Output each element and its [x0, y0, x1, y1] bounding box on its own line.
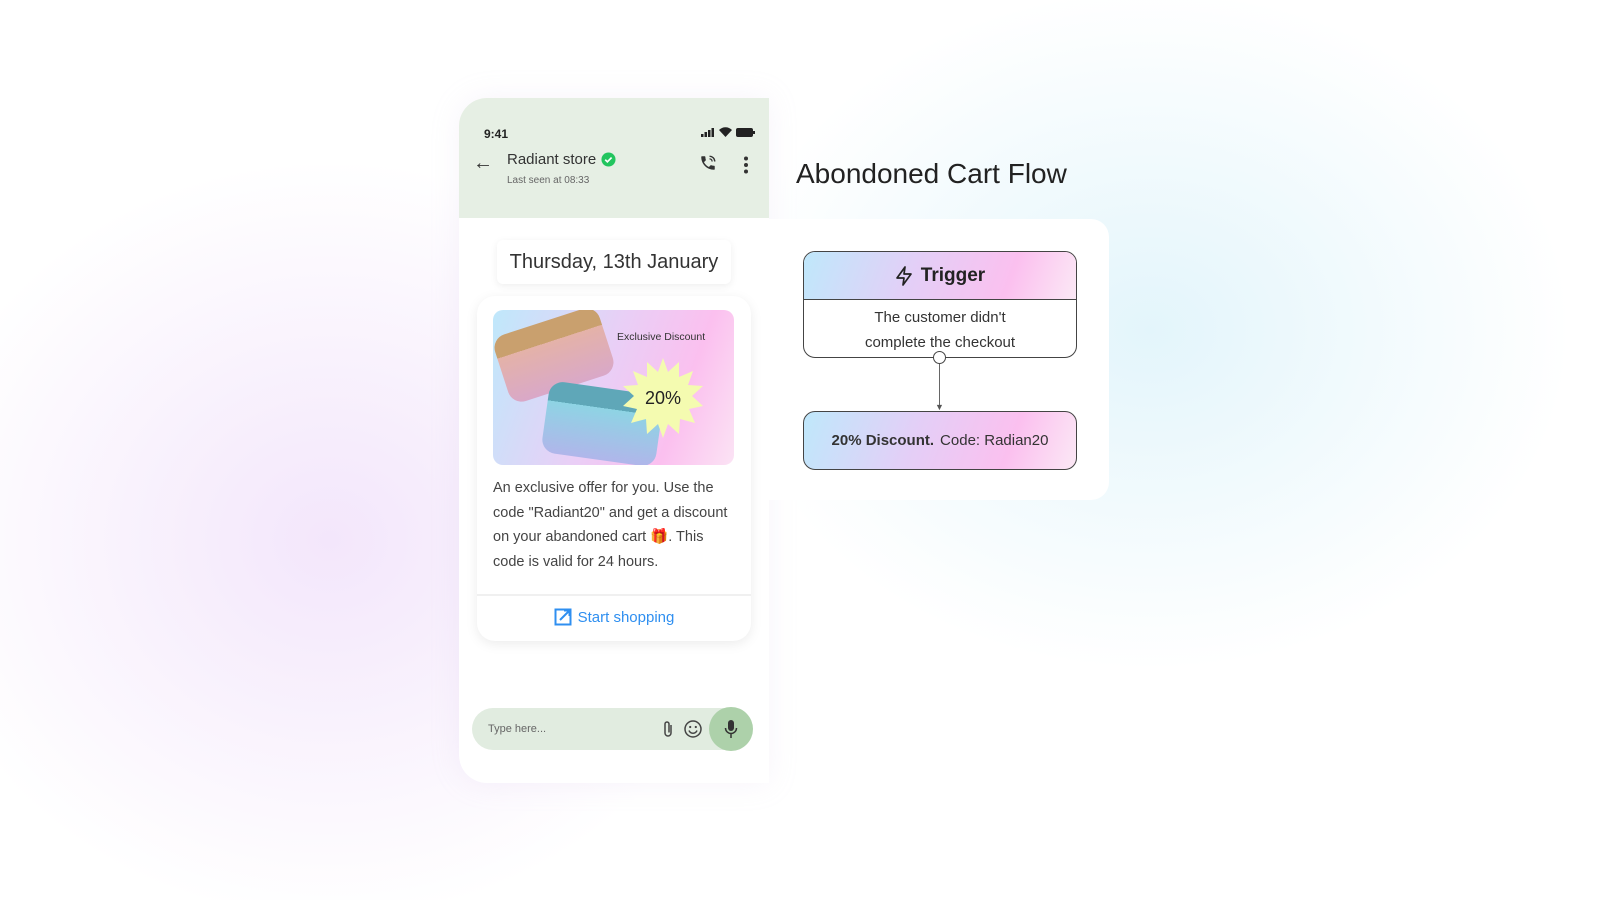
- last-seen: Last seen at 08:33: [507, 175, 590, 186]
- emoji-icon[interactable]: [684, 720, 702, 738]
- trigger-label: Trigger: [920, 264, 986, 286]
- connector-handle[interactable]: [933, 351, 946, 364]
- promo-image: Exclusive Discount 20%: [493, 310, 734, 465]
- discount-text: 20% Discount.: [831, 432, 935, 449]
- chat-header: 9:41 ← Radiant store Last seen at 08:33: [459, 98, 769, 218]
- exclusive-discount-label: Exclusive Discount: [617, 331, 706, 343]
- discount-code: Code: Radian20: [940, 432, 1049, 449]
- wifi-icon: [719, 127, 732, 137]
- microphone-icon: [724, 720, 738, 738]
- lightning-icon: [895, 265, 912, 286]
- external-link-icon: [554, 608, 572, 626]
- phone-chat: 9:41 ← Radiant store Last seen at 08:33 …: [459, 98, 769, 783]
- flow-title: Abondoned Cart Flow: [796, 158, 1067, 189]
- flow-panel: Trigger The customer didn't complete the…: [769, 219, 1109, 500]
- divider: [477, 594, 751, 596]
- verified-icon: [601, 152, 616, 167]
- trigger-description: The customer didn't complete the checkou…: [804, 300, 1076, 355]
- attachment-icon[interactable]: [662, 720, 674, 738]
- signal-icon: [701, 128, 714, 137]
- start-shopping-label: Start shopping: [577, 608, 675, 626]
- trigger-header: Trigger: [804, 252, 1076, 300]
- message-bubble: Exclusive Discount 20% An exclusive offe…: [477, 296, 751, 641]
- start-shopping-button[interactable]: Start shopping: [477, 608, 751, 626]
- phone-call-icon[interactable]: [699, 154, 717, 172]
- date-chip: Thursday, 13th January: [497, 240, 731, 284]
- trigger-line-1: The customer didn't: [874, 309, 1006, 326]
- message-input[interactable]: [488, 708, 638, 750]
- message-text: An exclusive offer for you. Use the code…: [493, 480, 728, 570]
- contact-name-text: Radiant store: [507, 151, 597, 168]
- more-vertical-icon[interactable]: [743, 156, 749, 174]
- status-time: 9:41: [484, 127, 509, 141]
- discount-percent: 20%: [644, 387, 682, 408]
- mic-button[interactable]: [709, 707, 753, 751]
- battery-icon: [736, 128, 755, 137]
- contact-name[interactable]: Radiant store: [507, 151, 616, 168]
- discount-node[interactable]: 20% Discount. Code: Radian20: [803, 411, 1077, 470]
- status-icons: [701, 127, 755, 137]
- back-arrow-icon[interactable]: ←: [473, 152, 493, 175]
- trigger-node[interactable]: Trigger The customer didn't complete the…: [803, 251, 1077, 358]
